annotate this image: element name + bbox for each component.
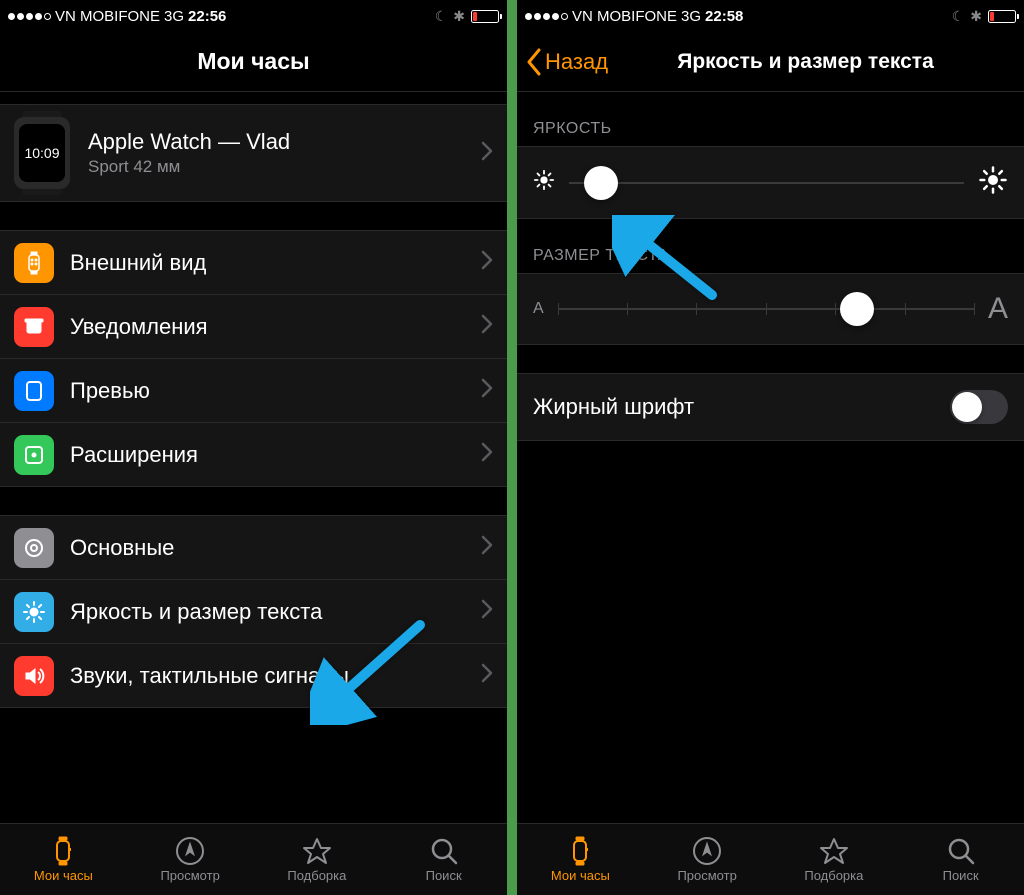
- section-label-textsize: РАЗМЕР ТЕКСТА: [517, 219, 1024, 273]
- device-name: Apple Watch — Vlad: [88, 129, 290, 155]
- bluetooth-icon: ✱: [453, 8, 465, 25]
- tab-label: Мои часы: [551, 868, 610, 883]
- settings-row[interactable]: Яркость и размер текста: [0, 580, 507, 644]
- settings-row-label: Превью: [70, 378, 465, 404]
- settings-row[interactable]: Расширения: [0, 423, 507, 487]
- settings-row-label: Расширения: [70, 442, 465, 468]
- settings-row-label: Яркость и размер текста: [70, 599, 465, 625]
- clock: 22:58: [705, 8, 743, 25]
- tab-Подборка[interactable]: Подборка: [254, 824, 381, 895]
- preview-icon: [14, 371, 54, 411]
- gear-icon: [14, 528, 54, 568]
- network-type: 3G: [681, 8, 701, 25]
- tab-label: Просмотр: [677, 868, 736, 883]
- settings-row[interactable]: Основные: [0, 516, 507, 580]
- settings-row-label: Звуки, тактильные сигналы: [70, 663, 465, 689]
- watch-thumbnail-icon: 10:09: [14, 117, 70, 189]
- bold-text-switch[interactable]: [950, 390, 1008, 424]
- signal-strength-icon: [8, 13, 51, 20]
- bold-text-row[interactable]: Жирный шрифт: [517, 373, 1024, 441]
- chevron-right-icon: [481, 663, 493, 688]
- tab-label: Подборка: [287, 868, 346, 883]
- slider-thumb[interactable]: [584, 166, 618, 200]
- tab-label: Поиск: [943, 868, 979, 883]
- page-title: Яркость и размер текста: [607, 50, 934, 74]
- brightness-icon: [14, 592, 54, 632]
- textsize-small-icon: A: [533, 300, 544, 318]
- watch-layout-icon: [14, 243, 54, 283]
- settings-row-label: Уведомления: [70, 314, 465, 340]
- brightness-slider-row: [517, 146, 1024, 219]
- network-type: 3G: [164, 8, 184, 25]
- brightness-slider[interactable]: [569, 182, 964, 184]
- chevron-right-icon: [481, 378, 493, 403]
- settings-row[interactable]: Внешний вид: [0, 231, 507, 295]
- tab-Поиск[interactable]: Поиск: [380, 824, 507, 895]
- slider-thumb[interactable]: [840, 292, 874, 326]
- page-title: Мои часы: [197, 48, 309, 75]
- tab-Мои часы[interactable]: Мои часы: [0, 824, 127, 895]
- settings-row-label: Основные: [70, 535, 465, 561]
- chevron-right-icon: [481, 250, 493, 275]
- tab-Просмотр[interactable]: Просмотр: [644, 824, 771, 895]
- back-label: Назад: [545, 49, 608, 75]
- textsize-slider[interactable]: [558, 308, 974, 310]
- dnd-moon-icon: ☾: [952, 8, 965, 25]
- settings-row[interactable]: Превью: [0, 359, 507, 423]
- chevron-right-icon: [481, 442, 493, 467]
- bold-text-label: Жирный шрифт: [533, 394, 950, 420]
- textsize-slider-row: A A: [517, 273, 1024, 345]
- dnd-moon-icon: ☾: [435, 8, 448, 25]
- paired-device-row[interactable]: 10:09 Apple Watch — Vlad Sport 42 мм: [0, 104, 507, 202]
- settings-row[interactable]: Уведомления: [0, 295, 507, 359]
- tab-Мои часы[interactable]: Мои часы: [517, 824, 644, 895]
- settings-row[interactable]: Звуки, тактильные сигналы: [0, 644, 507, 708]
- tab-bar: Мои часы Просмотр Подборка Поиск: [517, 823, 1024, 895]
- textsize-large-icon: A: [988, 292, 1008, 326]
- chevron-right-icon: [481, 599, 493, 624]
- battery-icon: [988, 10, 1016, 23]
- carrier-label: VN MOBIFONE: [55, 8, 160, 25]
- brightness-low-icon: [533, 169, 555, 196]
- clock: 22:56: [188, 8, 226, 25]
- bell-icon: [14, 307, 54, 347]
- tab-label: Просмотр: [160, 868, 219, 883]
- tab-Подборка[interactable]: Подборка: [771, 824, 898, 895]
- screen-brightness: VN MOBIFONE 3G 22:58 ☾ ✱ Назад Яркость и…: [517, 0, 1024, 895]
- brightness-high-icon: [978, 165, 1008, 200]
- extension-icon: [14, 435, 54, 475]
- back-button[interactable]: Назад: [525, 32, 608, 91]
- nav-bar: Назад Яркость и размер текста: [517, 32, 1024, 92]
- device-model: Sport 42 мм: [88, 157, 290, 177]
- status-bar: VN MOBIFONE 3G 22:56 ☾ ✱: [0, 0, 507, 32]
- tab-Просмотр[interactable]: Просмотр: [127, 824, 254, 895]
- tab-label: Подборка: [804, 868, 863, 883]
- speaker-icon: [14, 656, 54, 696]
- nav-bar: Мои часы: [0, 32, 507, 92]
- battery-icon: [471, 10, 499, 23]
- chevron-right-icon: [481, 314, 493, 339]
- tab-bar: Мои часы Просмотр Подборка Поиск: [0, 823, 507, 895]
- section-label-brightness: ЯРКОСТЬ: [517, 92, 1024, 146]
- chevron-right-icon: [481, 535, 493, 560]
- tab-label: Мои часы: [34, 868, 93, 883]
- signal-strength-icon: [525, 13, 568, 20]
- chevron-right-icon: [481, 141, 493, 166]
- screen-my-watch: VN MOBIFONE 3G 22:56 ☾ ✱ Мои часы 10:09 …: [0, 0, 507, 895]
- tab-Поиск[interactable]: Поиск: [897, 824, 1024, 895]
- status-bar: VN MOBIFONE 3G 22:58 ☾ ✱: [517, 0, 1024, 32]
- bluetooth-icon: ✱: [970, 8, 982, 25]
- carrier-label: VN MOBIFONE: [572, 8, 677, 25]
- tab-label: Поиск: [426, 868, 462, 883]
- settings-row-label: Внешний вид: [70, 250, 465, 276]
